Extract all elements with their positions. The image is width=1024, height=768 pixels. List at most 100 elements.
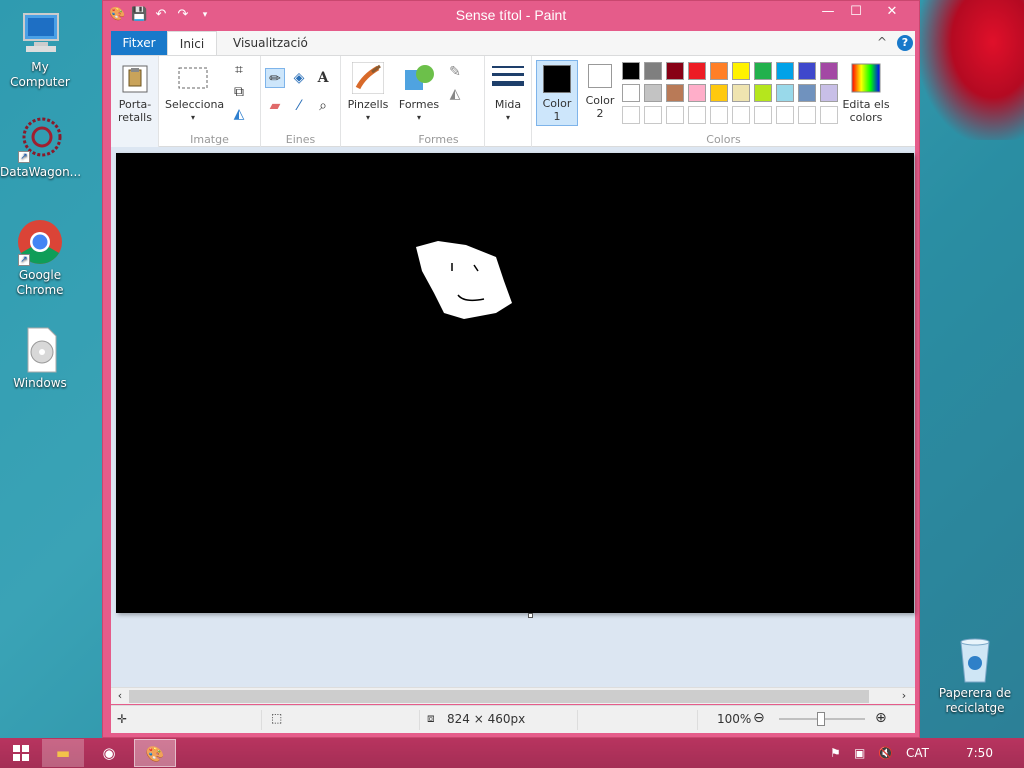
tab-file[interactable]: Fitxer	[111, 31, 167, 55]
paint-window: 🎨 💾 ↶ ↷ ▾ Sense títol - Paint — ☐ ✕ Fitx…	[102, 0, 920, 738]
scrollbar-thumb[interactable]	[129, 690, 869, 703]
palette-swatch[interactable]	[688, 62, 706, 80]
palette-swatch[interactable]	[710, 62, 728, 80]
palette-swatch[interactable]	[754, 84, 772, 102]
canvas-resize-handle[interactable]	[528, 613, 533, 618]
taskbar-paint[interactable]: 🎨	[134, 739, 176, 767]
palette-swatch[interactable]	[710, 84, 728, 102]
palette-swatch[interactable]	[644, 106, 662, 124]
desktop-icon-datawagon[interactable]: ↗ DataWagon...	[0, 115, 81, 180]
tab-home[interactable]: Inici	[167, 31, 217, 55]
rotate-icon[interactable]: ◭	[229, 104, 249, 124]
palette-swatch[interactable]	[644, 84, 662, 102]
size-button[interactable]: Mida ▾	[487, 62, 529, 124]
volume-muted-icon[interactable]: 🔇	[878, 738, 893, 768]
palette-swatch[interactable]	[688, 84, 706, 102]
palette-swatch[interactable]	[776, 84, 794, 102]
palette-swatch[interactable]	[732, 106, 750, 124]
edit-colors-label: Edita els colors	[842, 98, 890, 124]
palette-swatch[interactable]	[776, 62, 794, 80]
palette-swatch[interactable]	[820, 106, 838, 124]
shortcut-arrow-icon: ↗	[18, 151, 30, 163]
desktop-icon-label: Google Chrome	[16, 268, 64, 297]
desktop-icon-my-computer[interactable]: My Computer	[0, 10, 80, 90]
magnifier-icon[interactable]: ⌕	[313, 96, 333, 116]
taskbar-file-explorer[interactable]: ▬	[42, 739, 84, 767]
desktop-icon-recycle-bin[interactable]: Paperera de reciclatge	[935, 636, 1015, 716]
palette-swatch[interactable]	[710, 106, 728, 124]
palette-swatch[interactable]	[798, 106, 816, 124]
horizontal-scrollbar[interactable]: ‹ ›	[111, 687, 915, 704]
palette-swatch[interactable]	[732, 62, 750, 80]
color-picker-icon[interactable]: ⁄	[289, 96, 309, 116]
palette-swatch[interactable]	[732, 84, 750, 102]
drawing-canvas[interactable]	[116, 153, 914, 613]
color2-label: Color 2	[585, 94, 615, 120]
wallpaper-flower	[920, 0, 1024, 140]
text-tool-icon[interactable]: A	[313, 68, 333, 88]
taskbar-chrome[interactable]: ◉	[88, 739, 130, 767]
crop-icon[interactable]: ⌗	[229, 60, 249, 80]
action-center-icon[interactable]: ⚑	[830, 738, 841, 768]
scroll-left-icon[interactable]: ‹	[113, 689, 127, 703]
outline-icon[interactable]: ✎	[445, 62, 465, 82]
palette-swatch[interactable]	[688, 106, 706, 124]
shapes-icon	[403, 62, 435, 94]
palette-swatch[interactable]	[644, 62, 662, 80]
select-button[interactable]: Selecciona ▾	[165, 62, 224, 124]
folder-icon: ▬	[55, 744, 71, 762]
group-clipboard: Porta- retalls	[111, 56, 159, 148]
zoom-out-button[interactable]: ⊖	[753, 710, 765, 726]
palette-swatch[interactable]	[666, 84, 684, 102]
fill-bucket-icon[interactable]: ◈	[289, 68, 309, 88]
zoom-in-button[interactable]: ⊕	[875, 710, 887, 726]
desktop-icon-label: Windows	[13, 376, 67, 390]
help-icon[interactable]: ?	[897, 35, 913, 51]
palette-swatch[interactable]	[820, 84, 838, 102]
shapes-button[interactable]: Formes ▾	[397, 62, 441, 124]
shortcut-arrow-icon: ↗	[18, 254, 30, 266]
edit-colors-button[interactable]: Edita els colors	[838, 62, 894, 124]
clock[interactable]: 7:50	[966, 738, 993, 768]
minimize-button[interactable]: —	[815, 1, 841, 23]
palette-swatch[interactable]	[754, 62, 772, 80]
group-image-label: Imatge	[190, 133, 229, 146]
palette-swatch[interactable]	[666, 62, 684, 80]
network-icon[interactable]: ▣	[854, 738, 865, 768]
color1-button[interactable]: Color 1	[536, 60, 578, 126]
desktop-icon-chrome[interactable]: ↗ Google Chrome	[0, 218, 80, 298]
resize-icon[interactable]: ⧉	[229, 82, 249, 102]
tab-view[interactable]: Visualització	[221, 31, 320, 55]
palette-swatch[interactable]	[820, 62, 838, 80]
line-size-icon	[492, 62, 524, 94]
size-label: Mida	[494, 98, 522, 111]
palette-swatch[interactable]	[798, 62, 816, 80]
group-shapes: Formes ▾ ✎ ◭ Formes	[393, 56, 485, 148]
palette-swatch[interactable]	[622, 84, 640, 102]
collapse-ribbon-icon[interactable]: ^	[877, 35, 887, 49]
brushes-button[interactable]: Pinzells ▾	[345, 61, 391, 124]
desktop-icon-windows[interactable]: Windows	[0, 326, 80, 391]
group-shapes-label: Formes	[418, 133, 459, 146]
clipboard-button[interactable]: Porta- retalls	[115, 62, 155, 124]
smiley-drawing	[416, 241, 512, 319]
ribbon-home: Porta- retalls Selecciona ▾ ⌗ ⧉ ◭ Imatge…	[111, 55, 915, 148]
palette-swatch[interactable]	[666, 106, 684, 124]
close-button[interactable]: ✕	[869, 1, 915, 23]
eraser-icon[interactable]: ▰	[265, 96, 285, 116]
maximize-button[interactable]: ☐	[843, 1, 869, 23]
palette-swatch[interactable]	[798, 84, 816, 102]
input-language[interactable]: CAT	[906, 738, 929, 768]
pencil-icon[interactable]: ✏	[265, 68, 285, 88]
datawagon-icon: ↗	[16, 115, 64, 163]
scroll-right-icon[interactable]: ›	[897, 689, 911, 703]
palette-swatch[interactable]	[776, 106, 794, 124]
palette-swatch[interactable]	[622, 106, 640, 124]
start-button[interactable]	[0, 739, 42, 767]
canvas-size-icon: ⧈	[427, 711, 435, 725]
palette-swatch[interactable]	[754, 106, 772, 124]
palette-swatch[interactable]	[622, 62, 640, 80]
zoom-slider-thumb[interactable]	[817, 712, 825, 726]
fill-icon[interactable]: ◭	[445, 84, 465, 104]
color2-button[interactable]: Color 2	[580, 64, 620, 120]
